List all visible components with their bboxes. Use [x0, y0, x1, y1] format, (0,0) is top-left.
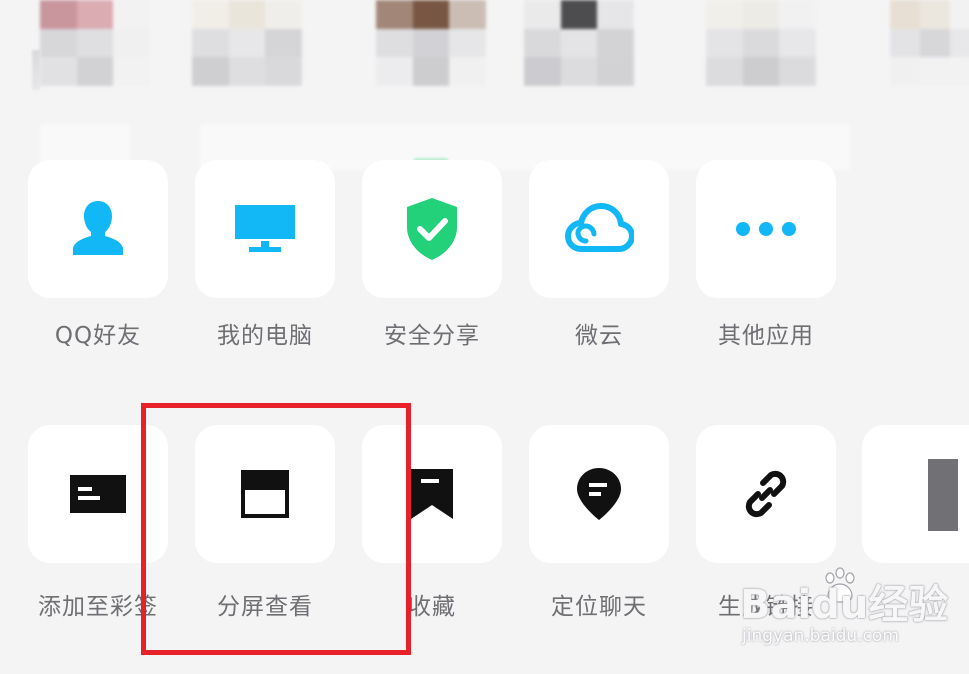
location-pin-icon [577, 468, 621, 520]
watermark-url: jingyan.baidu.com [742, 626, 899, 646]
action-locate-chat-label: 定位聊天 [551, 594, 647, 620]
monitor-icon [235, 205, 295, 252]
cloud-icon [565, 203, 634, 252]
link-icon [745, 470, 787, 518]
action-locate-chat-tile[interactable] [529, 425, 669, 563]
action-generate-link-tile[interactable] [696, 425, 836, 563]
share-my-computer-label: 我的电脑 [217, 323, 313, 349]
share-other-apps-label: 其他应用 [718, 323, 814, 349]
contact-avatar[interactable] [40, 0, 150, 86]
contact-avatar[interactable] [376, 0, 486, 86]
share-secure-tile[interactable] [362, 160, 502, 298]
more-dots-icon [736, 222, 796, 236]
share-weiyun-label: 微云 [575, 323, 623, 349]
contact-avatar[interactable] [890, 0, 969, 86]
action-partial-tile[interactable] [862, 425, 969, 563]
highlight-box [141, 403, 411, 655]
shield-check-icon [407, 198, 457, 260]
share-weiyun-tile[interactable] [529, 160, 669, 298]
share-qq-friend-tile[interactable] [28, 160, 168, 298]
share-qq-friend-label: QQ好友 [54, 323, 142, 349]
contact-avatar-row [0, 0, 969, 100]
contact-name-fragment [32, 50, 40, 90]
person-icon [73, 201, 123, 255]
baidu-watermark: Baidu经验 jingyan.baidu.com [740, 572, 960, 662]
contact-avatar[interactable] [192, 0, 302, 86]
share-secure-label: 安全分享 [384, 323, 480, 349]
bookmark-icon [411, 469, 453, 519]
contact-avatar[interactable] [524, 0, 634, 86]
share-other-apps-tile[interactable] [696, 160, 836, 298]
partial-icon [928, 459, 958, 531]
share-my-computer-tile[interactable] [195, 160, 335, 298]
card-icon [70, 475, 126, 513]
watermark-main-text: Baidu经验 [740, 582, 949, 628]
contact-avatar[interactable] [706, 0, 816, 86]
